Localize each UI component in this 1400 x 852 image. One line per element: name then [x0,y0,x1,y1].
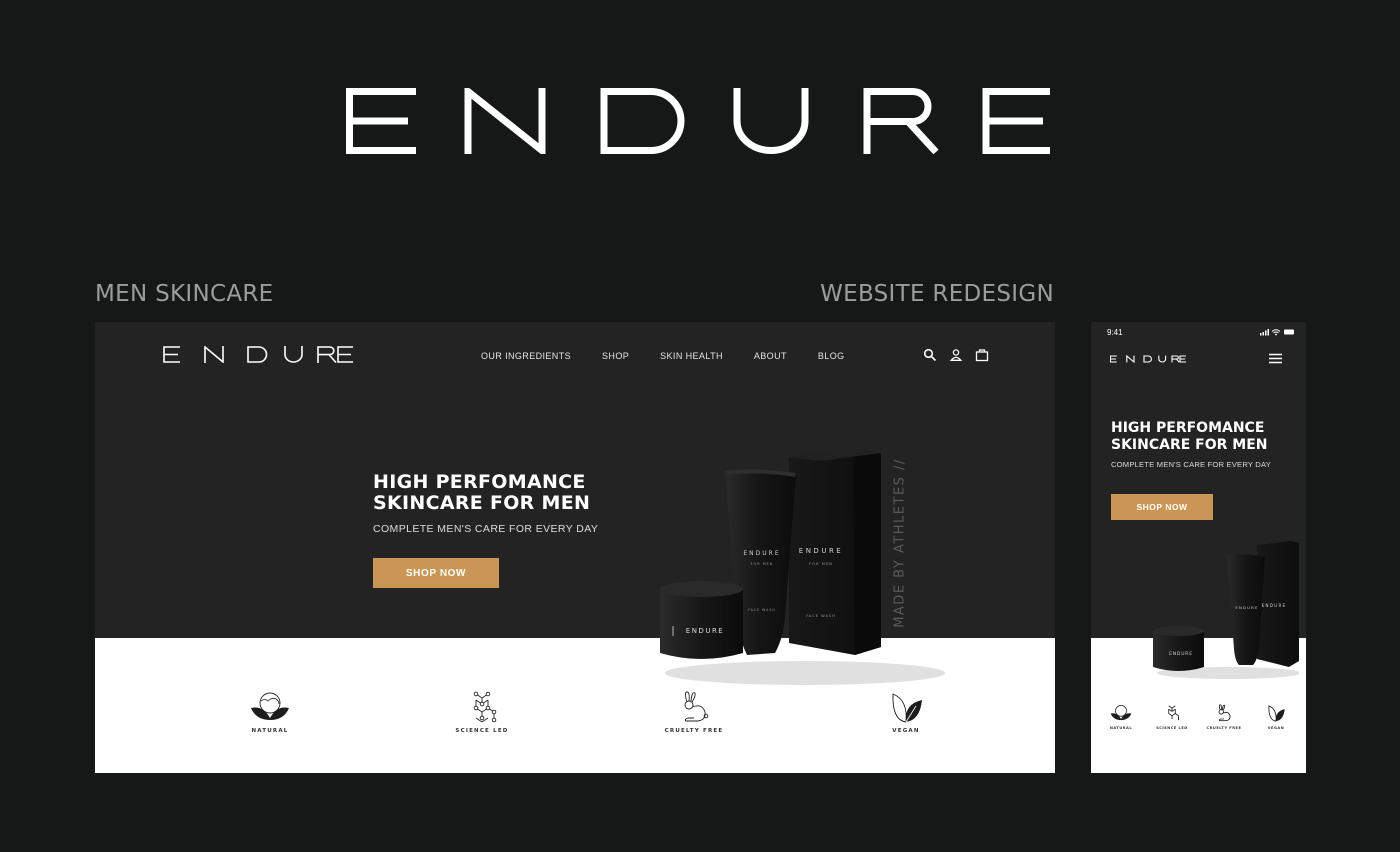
hero-headline-line1: HIGH PERFOMANCE [373,471,586,493]
cart-icon[interactable] [975,348,989,362]
mobile-feature-label: NATURAL [1109,726,1133,730]
account-icon[interactable] [949,348,963,362]
mobile-site-logo[interactable] [1110,355,1186,363]
header-icons [923,348,989,362]
tube-face-wash-text: FACE WASH [748,608,776,612]
mobile-hero-subheading: COMPLETE MEN'S CARE FOR EVERY DAY [1111,460,1271,469]
mobile-feature-label: VEGAN [1267,726,1285,730]
product-image: ENDURE FOR MEN FACE WASH ENDURE FOR MEN … [655,447,955,687]
site-header: OUR INGREDIENTS SHOP SKIN HEALTH ABOUT B… [95,322,1055,390]
tube-for-men-text: FOR MEN [751,562,774,566]
nav-about[interactable]: ABOUT [754,351,787,361]
box-brand-text: ENDURE [799,547,843,555]
tube-brand-text: ENDURE [743,550,780,557]
rabbit-icon [1212,703,1236,723]
mobile-feature-vegan: VEGAN [1253,703,1299,730]
status-icons [1260,328,1296,336]
status-time: 9:41 [1107,328,1123,337]
hero-text: HIGH PERFOMANCE SKINCARE FOR MEN COMPLET… [373,472,599,536]
jar-brand-text: ENDURE [686,627,724,635]
made-by-athletes-text: MADE BY ATHLETES // [892,450,908,636]
main-nav: OUR INGREDIENTS SHOP SKIN HEALTH ABOUT B… [481,351,845,361]
mobile-box-brand-text: ENDURE [1262,603,1287,608]
brand-logo [346,88,1054,154]
feature-science-led: SCIENCE LED [437,690,527,734]
mobile-feature-natural: NATURAL [1098,703,1144,730]
hero-headline-line2: SKINCARE FOR MEN [373,492,591,514]
feature-cruelty-free: CRUELTY FREE [649,690,739,734]
nav-our-ingredients[interactable]: OUR INGREDIENTS [481,351,571,361]
mobile-hero-text: HIGH PERFOMANCE SKINCARE FOR MEN COMPLET… [1111,420,1271,469]
molecule-icon [1160,703,1184,723]
made-by-athletes-label: MADE BY ATHLETES // [892,458,908,628]
shop-now-button[interactable]: SHOP NOW [373,558,499,588]
hero-subheading: COMPLETE MEN'S CARE FOR EVERY DAY [373,523,599,535]
feature-label: NATURAL [251,728,289,734]
vegan-leaves-icon [884,690,928,724]
mobile-feature-science-led: SCIENCE LED [1149,703,1195,730]
molecule-icon [460,690,504,724]
feature-label: VEGAN [892,728,920,734]
vegan-leaves-icon [1264,703,1288,723]
box-face-wash-text: FACE WASH [806,614,836,618]
mobile-mockup: 9:41 HIGH PERFOMANCE SKINCARE FOR MEN CO… [1091,322,1306,773]
feature-natural: NATURAL [225,690,315,734]
caption-website-redesign: WEBSITE REDESIGN [820,281,1054,307]
mobile-shop-now-button[interactable]: SHOP NOW [1111,494,1213,520]
mobile-hero-headline: HIGH PERFOMANCE SKINCARE FOR MEN [1111,420,1271,453]
hero-headline: HIGH PERFOMANCE SKINCARE FOR MEN [373,472,598,514]
mobile-hero-headline-line2: SKINCARE FOR MEN [1111,436,1268,453]
globe-leaves-icon [248,690,292,724]
rabbit-icon [672,690,716,724]
box-for-men-text: FOR MEN [809,562,833,566]
mobile-jar-brand-text: ENDURE [1169,651,1193,657]
mobile-tube-brand-text: ENDURE [1235,605,1258,610]
nav-shop[interactable]: SHOP [602,351,629,361]
mobile-product-image: ENDURE ENDURE ENDURE [1149,537,1299,682]
globe-leaves-icon [1109,703,1133,723]
mobile-hero-headline-line1: HIGH PERFOMANCE [1111,420,1265,436]
mobile-feature-label: CRUELTY FREE [1206,726,1242,730]
site-logo[interactable] [163,346,353,363]
search-icon[interactable] [923,348,937,362]
feature-label: SCIENCE LED [455,728,509,734]
nav-blog[interactable]: BLOG [818,351,845,361]
hamburger-menu-icon[interactable] [1269,353,1282,364]
feature-label: CRUELTY FREE [664,728,724,734]
mobile-feature-cruelty-free: CRUELTY FREE [1201,703,1247,730]
caption-men-skincare: MEN SKINCARE [95,281,274,307]
mobile-feature-label: SCIENCE LED [1156,726,1188,730]
feature-vegan: VEGAN [861,690,951,734]
nav-skin-health[interactable]: SKIN HEALTH [660,351,723,361]
desktop-mockup: OUR INGREDIENTS SHOP SKIN HEALTH ABOUT B… [95,322,1055,773]
